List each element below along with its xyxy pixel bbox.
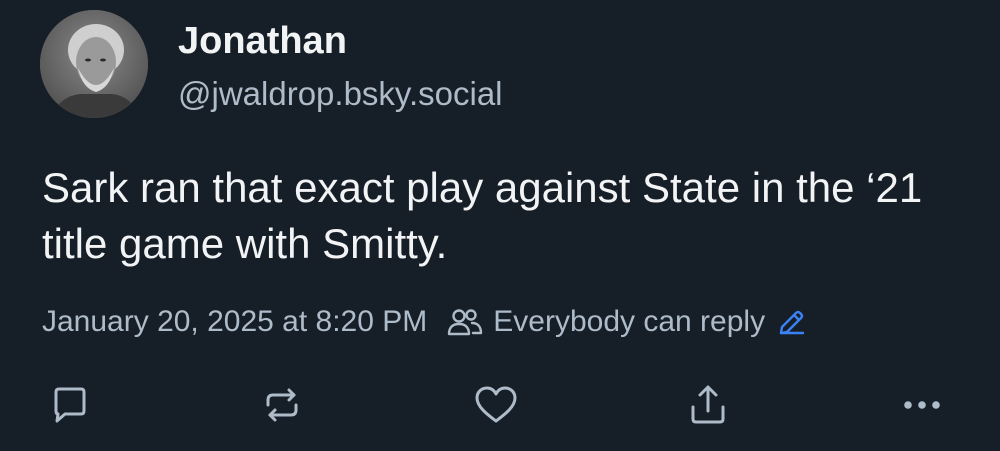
post-timestamp[interactable]: January 20, 2025 at 8:20 PM: [42, 305, 427, 339]
share-icon: [691, 385, 725, 424]
post-text: Sark ran that exact play against State i…: [42, 164, 923, 267]
people-icon: [447, 307, 483, 337]
pencil-icon[interactable]: [777, 307, 807, 337]
author-handle[interactable]: @jwaldrop.bsky.social: [178, 73, 503, 115]
share-button[interactable]: [680, 377, 736, 433]
like-button[interactable]: [468, 377, 524, 433]
repost-icon: [266, 388, 298, 422]
reply-setting[interactable]: Everybody can reply: [447, 305, 807, 339]
more-options-button[interactable]: [894, 377, 950, 433]
comment-icon: [54, 387, 86, 423]
reply-button[interactable]: [42, 377, 98, 433]
post-action-bar: [0, 377, 1000, 433]
repost-button[interactable]: [254, 377, 310, 433]
avatar[interactable]: [40, 10, 148, 118]
avatar-photo: [40, 10, 148, 118]
heart-icon: [475, 386, 517, 423]
reply-setting-label: Everybody can reply: [493, 305, 766, 338]
post-meta: January 20, 2025 at 8:20 PM Everybody ca…: [42, 300, 807, 344]
ellipsis-icon: [904, 401, 940, 409]
author-display-name[interactable]: Jonathan: [178, 18, 347, 64]
